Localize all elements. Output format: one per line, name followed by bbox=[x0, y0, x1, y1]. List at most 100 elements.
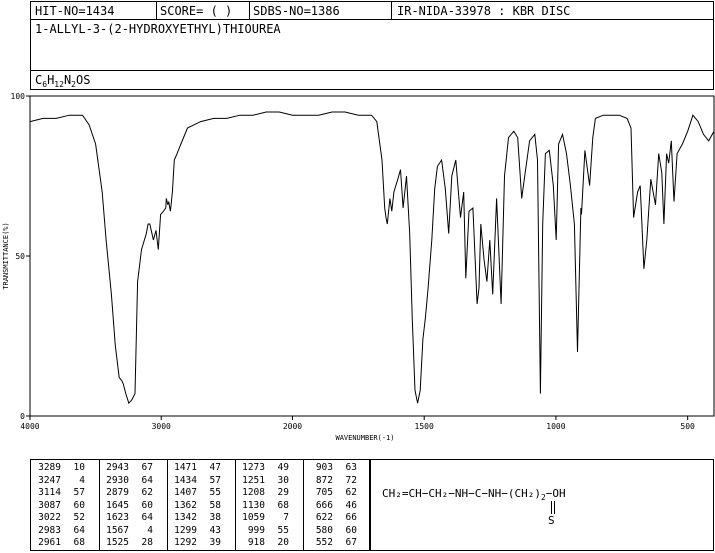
peak-wavenumber: 3289 bbox=[38, 462, 61, 473]
sulfur-atom: S bbox=[548, 514, 555, 527]
peak-wavenumber: 666 bbox=[315, 499, 333, 511]
peak-wavenumber: 1525 bbox=[106, 537, 129, 548]
peak-transmittance: 29 bbox=[277, 487, 289, 498]
peak-transmittance: 63 bbox=[345, 462, 357, 473]
peak-column-divider bbox=[303, 460, 304, 550]
peak-wavenumber: 1292 bbox=[174, 537, 197, 548]
peak-column-divider bbox=[235, 460, 236, 550]
peak-transmittance: 66 bbox=[345, 512, 357, 523]
peak-transmittance: 46 bbox=[345, 499, 357, 511]
structure-panel: CH₂=CH−CH₂−NH−C−NH−(CH₂)2−OH S bbox=[370, 459, 714, 551]
peak-transmittance: 52 bbox=[73, 512, 85, 523]
y-tick-label-50: 50 bbox=[15, 252, 25, 261]
peak-transmittance: 62 bbox=[141, 487, 153, 498]
plot-frame bbox=[29, 95, 715, 417]
x-tick-label-4000: 4000 bbox=[20, 422, 39, 431]
peak-transmittance: 58 bbox=[209, 499, 221, 511]
peak-transmittance: 7 bbox=[283, 512, 289, 523]
peak-wavenumber: 3247 bbox=[38, 474, 61, 486]
x-tick-label-1000: 1000 bbox=[546, 422, 565, 431]
peak-transmittance: 4 bbox=[147, 524, 153, 536]
peak-transmittance: 60 bbox=[141, 499, 153, 511]
peak-column-divider bbox=[167, 460, 168, 550]
peak-transmittance: 38 bbox=[209, 512, 221, 523]
peak-transmittance: 39 bbox=[209, 537, 221, 548]
peak-table: 3289 10 3247 4 3114 57 3087 60 3022 52 2983 64 2961 6… bbox=[30, 459, 370, 551]
peak-transmittance: 67 bbox=[141, 462, 153, 473]
peak-column-divider bbox=[99, 460, 100, 550]
peak-transmittance: 55 bbox=[277, 524, 289, 536]
peak-wavenumber: 1059 bbox=[242, 512, 265, 523]
peak-wavenumber: 1645 bbox=[106, 499, 129, 511]
peak-wavenumber: 1342 bbox=[174, 512, 197, 523]
peak-wavenumber: 2930 bbox=[106, 474, 129, 486]
peak-transmittance: 60 bbox=[73, 499, 85, 511]
peak-transmittance: 64 bbox=[141, 474, 153, 486]
peak-wavenumber: 1623 bbox=[106, 512, 129, 523]
peak-transmittance: 60 bbox=[345, 524, 357, 536]
peak-transmittance: 72 bbox=[345, 474, 357, 486]
peak-wavenumber: 918 bbox=[247, 537, 265, 548]
spectrum-line bbox=[29, 111, 715, 405]
peak-transmittance: 20 bbox=[277, 537, 289, 548]
x-tick-label-500: 500 bbox=[680, 422, 695, 431]
y-axis-label: TRANSMITTANCE(%) bbox=[2, 222, 10, 289]
y-tick-label-0: 0 bbox=[20, 412, 25, 421]
peak-transmittance: 55 bbox=[209, 487, 221, 498]
peak-transmittance: 57 bbox=[209, 474, 221, 486]
peak-wavenumber: 903 bbox=[315, 462, 333, 473]
peak-wavenumber: 1208 bbox=[242, 487, 265, 498]
peak-wavenumber: 1362 bbox=[174, 499, 197, 511]
x-axis-label: WAVENUMBER(-1) bbox=[335, 434, 394, 442]
peak-transmittance: 30 bbox=[277, 474, 289, 486]
structure-formula: CH₂=CH−CH₂−NH−C−NH−(CH₂)2−OH bbox=[382, 487, 566, 502]
peak-wavenumber: 1299 bbox=[174, 524, 197, 536]
peak-wavenumber: 2961 bbox=[38, 537, 61, 548]
peak-transmittance: 4 bbox=[79, 474, 85, 486]
peak-wavenumber: 1567 bbox=[106, 524, 129, 536]
x-tick-label-2000: 2000 bbox=[283, 422, 302, 431]
sdbs-no: SDBS-NO=1386 bbox=[253, 4, 340, 18]
peak-wavenumber: 1407 bbox=[174, 487, 197, 498]
peak-wavenumber: 1130 bbox=[242, 499, 265, 511]
peak-wavenumber: 705 bbox=[315, 487, 333, 498]
peak-wavenumber: 3087 bbox=[38, 499, 61, 511]
peak-transmittance: 64 bbox=[73, 524, 85, 536]
peak-wavenumber: 1434 bbox=[174, 474, 197, 486]
peak-wavenumber: 580 bbox=[315, 524, 333, 536]
ir-spectrum-chart: 4000 3000 2000 1500 1000 500 0 50 100 WAVENUMBER… bbox=[2, 92, 715, 442]
ir-info: IR-NIDA-33978 : KBR DISC bbox=[397, 4, 571, 18]
peak-wavenumber: 3022 bbox=[38, 512, 61, 523]
peak-transmittance: 43 bbox=[209, 524, 221, 536]
compound-name: 1-ALLYL-3-(2-HYDROXYETHYL)THIOUREA bbox=[35, 22, 281, 36]
peak-wavenumber: 2983 bbox=[38, 524, 61, 536]
peak-wavenumber: 1251 bbox=[242, 474, 265, 486]
peak-wavenumber: 2943 bbox=[106, 462, 129, 473]
peak-transmittance: 67 bbox=[345, 537, 357, 548]
peak-transmittance: 10 bbox=[73, 462, 85, 473]
header-box: HIT-NO=1434 SCORE= ( ) SDBS-NO=1386 IR-N… bbox=[30, 1, 714, 90]
peak-transmittance: 47 bbox=[209, 462, 221, 473]
x-tick-label-1500: 1500 bbox=[415, 422, 434, 431]
x-tick-label-3000: 3000 bbox=[152, 422, 171, 431]
peak-wavenumber: 2879 bbox=[106, 487, 129, 498]
peak-transmittance: 68 bbox=[277, 499, 289, 511]
hit-no: HIT-NO=1434 bbox=[35, 4, 115, 18]
peak-wavenumber: 622 bbox=[315, 512, 333, 523]
peak-wavenumber: 1273 bbox=[242, 462, 265, 473]
peak-wavenumber: 1471 bbox=[174, 462, 197, 473]
double-bond-line-1 bbox=[551, 501, 552, 514]
double-bond-line-2 bbox=[554, 501, 555, 514]
peak-wavenumber: 999 bbox=[247, 524, 265, 536]
y-tick-label-100: 100 bbox=[11, 92, 26, 101]
peak-transmittance: 57 bbox=[73, 487, 85, 498]
peak-wavenumber: 552 bbox=[315, 537, 333, 548]
peak-transmittance: 64 bbox=[141, 512, 153, 523]
peak-wavenumber: 872 bbox=[315, 474, 333, 486]
peak-transmittance: 28 bbox=[141, 537, 153, 548]
peak-transmittance: 62 bbox=[345, 487, 357, 498]
peak-transmittance: 68 bbox=[73, 537, 85, 548]
peak-wavenumber: 3114 bbox=[38, 487, 61, 498]
score: SCORE= ( ) bbox=[160, 4, 233, 18]
peak-transmittance: 49 bbox=[277, 462, 289, 473]
